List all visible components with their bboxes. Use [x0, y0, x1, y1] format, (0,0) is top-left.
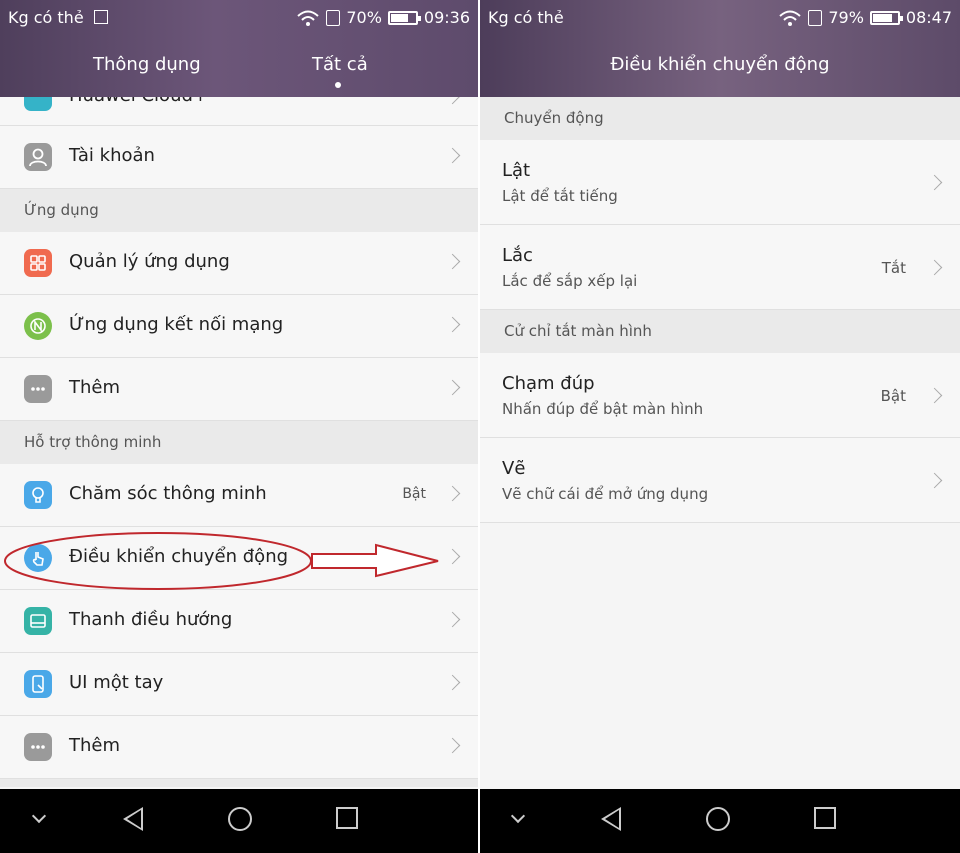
- chevron-right-icon: [444, 485, 461, 502]
- network-icon: [24, 312, 52, 340]
- section-header-screen-off-gestures: Cử chỉ tắt màn hình: [480, 310, 960, 353]
- list-item-label: Ứng dụng kết nối mạng: [69, 314, 284, 335]
- sim-icon: [326, 9, 341, 26]
- back-icon[interactable]: [123, 807, 143, 831]
- battery-percent: 79%: [828, 8, 864, 27]
- section-header-motion: Chuyển động: [480, 97, 960, 140]
- carrier-label: Kg có thẻ: [488, 8, 564, 27]
- tab-all[interactable]: Tất cả: [312, 54, 368, 75]
- recent-apps-icon[interactable]: [336, 807, 358, 829]
- status-bar: Kg có thẻ 70% 09:36: [8, 8, 470, 30]
- top-app-bar: Kg có thẻ 79% 08:47 Điều khiển chuyển độ…: [480, 0, 960, 97]
- status-bar: Kg có thẻ 79% 08:47: [488, 8, 952, 30]
- list-item-network-apps[interactable]: Ứng dụng kết nối mạng: [0, 295, 478, 358]
- tab-bar: Thông dụng Tất cả: [0, 54, 478, 88]
- battery-percent: 70%: [346, 8, 382, 27]
- section-header-smart-assist: Hỗ trợ thông minh: [0, 421, 478, 464]
- system-nav-bar: [480, 789, 960, 853]
- list-item-label: Lắc: [502, 245, 533, 266]
- lightbulb-icon: [24, 481, 52, 509]
- image-notification-icon: [94, 10, 108, 24]
- chevron-down-icon[interactable]: [510, 808, 526, 824]
- one-hand-icon: [24, 670, 52, 698]
- chevron-right-icon: [444, 674, 461, 691]
- list-item-label: Thêm: [69, 377, 121, 398]
- chevron-right-icon: [444, 379, 461, 396]
- recent-apps-icon[interactable]: [814, 807, 836, 829]
- apps-grid-icon: [24, 249, 52, 277]
- status-icons: 79% 08:47: [778, 8, 952, 27]
- list-item-label: Lật: [502, 160, 531, 181]
- wifi-icon: [779, 10, 801, 26]
- list-item-description: Vẽ chữ cái để mở ứng dụng: [502, 485, 709, 503]
- annotation-overlay: [4, 532, 439, 590]
- list-item-label: Vẽ: [502, 458, 526, 479]
- list-item-more-smart[interactable]: Thêm: [0, 716, 478, 779]
- chevron-down-icon[interactable]: [31, 808, 47, 824]
- back-icon[interactable]: [601, 807, 621, 831]
- home-icon[interactable]: [706, 807, 730, 831]
- nav-bar-icon: [24, 607, 52, 635]
- list-item-account[interactable]: Tài khoản: [0, 126, 478, 189]
- list-item-partial[interactable]: Huawei Cloud+: [0, 83, 478, 126]
- list-item-label: Chạm đúp: [502, 373, 595, 394]
- list-item-description: Nhấn đúp để bật màn hình: [502, 400, 704, 418]
- status-value: Bật: [402, 486, 426, 502]
- list-item-label: Tài khoản: [69, 145, 155, 166]
- list-item-shake[interactable]: Lắc Lắc để sắp xếp lại Tắt: [480, 225, 960, 310]
- list-item-label: Chăm sóc thông minh: [69, 483, 267, 504]
- settings-list: Huawei Cloud+ Tài khoản Ứng dụng Quản lý…: [0, 83, 478, 787]
- chevron-right-icon: [926, 259, 943, 276]
- wifi-icon: [297, 10, 319, 26]
- tab-selected-indicator: [335, 82, 341, 88]
- list-item-app-manager[interactable]: Quản lý ứng dụng: [0, 232, 478, 295]
- chevron-right-icon: [926, 472, 943, 489]
- list-item-label: UI một tay: [69, 672, 164, 693]
- settings-list: Chuyển động Lật Lật để tắt tiếng Lắc Lắc…: [480, 97, 960, 523]
- chevron-right-icon: [926, 174, 943, 191]
- clock: 09:36: [423, 8, 470, 27]
- list-item-more-apps[interactable]: Thêm: [0, 358, 478, 421]
- annotation-arrow: [311, 543, 439, 578]
- left-screen: Huawei Cloud+ Tài khoản Ứng dụng Quản lý…: [0, 0, 478, 853]
- chevron-right-icon: [444, 147, 461, 164]
- carrier-label: Kg có thẻ: [8, 8, 84, 27]
- more-icon: [24, 733, 52, 761]
- status-value: Bật: [880, 387, 906, 405]
- status-icons: 70% 09:36: [296, 8, 470, 27]
- list-item-label: Quản lý ứng dụng: [69, 251, 230, 272]
- top-app-bar: Kg có thẻ 70% 09:36 Thông dụng Tất cả: [0, 0, 478, 97]
- clock: 08:47: [905, 8, 952, 27]
- list-item-label: Thanh điều hướng: [69, 609, 233, 630]
- list-item-description: Lật để tắt tiếng: [502, 187, 618, 205]
- list-item-smart-care[interactable]: Chăm sóc thông minh Bật: [0, 464, 478, 527]
- system-nav-bar: [0, 789, 478, 853]
- list-item-description: Lắc để sắp xếp lại: [502, 272, 638, 290]
- more-icon: [24, 375, 52, 403]
- chevron-right-icon: [444, 253, 461, 270]
- right-screen: Kg có thẻ 79% 08:47 Điều khiển chuyển độ…: [480, 0, 960, 853]
- list-item-label: Thêm: [69, 735, 121, 756]
- tab-common[interactable]: Thông dụng: [93, 54, 201, 75]
- page-title: Điều khiển chuyển động: [610, 54, 830, 75]
- chevron-right-icon: [444, 737, 461, 754]
- list-item-one-hand-ui[interactable]: UI một tay: [0, 653, 478, 716]
- chevron-right-icon: [444, 611, 461, 628]
- chevron-right-icon: [926, 387, 943, 404]
- battery-icon: [387, 10, 421, 25]
- list-item-flip[interactable]: Lật Lật để tắt tiếng: [480, 140, 960, 225]
- battery-icon: [869, 10, 903, 25]
- status-value: Tắt: [881, 259, 906, 277]
- section-divider: [0, 779, 478, 787]
- annotation-ellipse: [4, 532, 312, 590]
- list-item-draw[interactable]: Vẽ Vẽ chữ cái để mở ứng dụng: [480, 438, 960, 523]
- section-header-apps: Ứng dụng: [0, 189, 478, 232]
- user-icon: [24, 143, 52, 171]
- home-icon[interactable]: [228, 807, 252, 831]
- list-item-double-tap[interactable]: Chạm đúp Nhấn đúp để bật màn hình Bật: [480, 353, 960, 438]
- chevron-right-icon: [444, 316, 461, 333]
- sim-icon: [808, 9, 823, 26]
